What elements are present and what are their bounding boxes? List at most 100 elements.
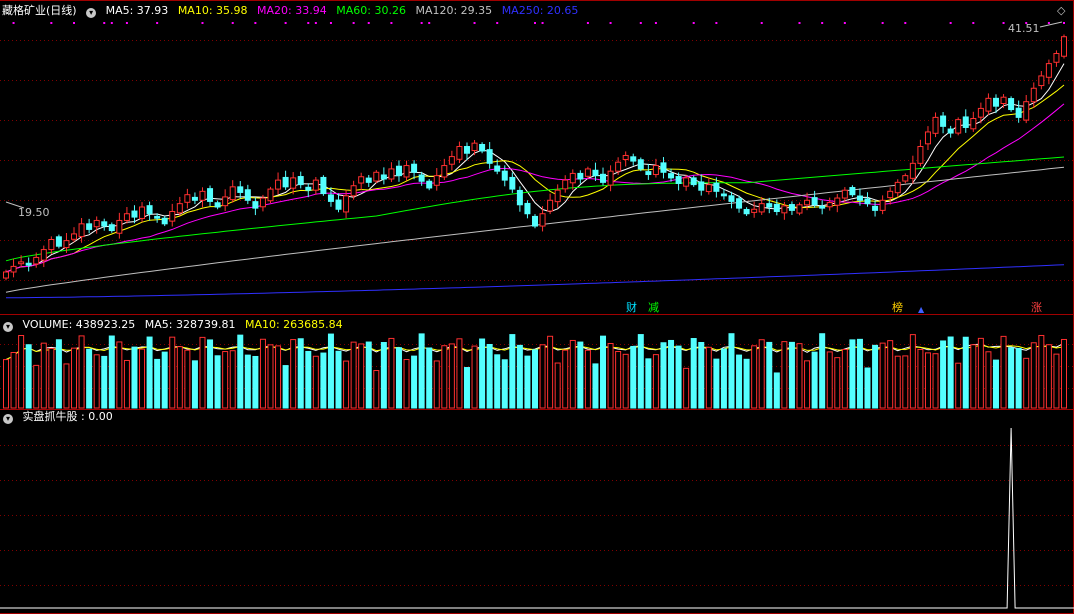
marker-dot bbox=[12, 22, 15, 24]
volume-settings-icon[interactable]: ▾ bbox=[3, 322, 13, 332]
volume-bar bbox=[826, 351, 833, 409]
ma60-label: MA60: 30.26 bbox=[336, 4, 406, 17]
candle-body bbox=[592, 169, 599, 177]
volume-bar bbox=[244, 354, 251, 409]
volume-bar bbox=[811, 351, 818, 409]
volume-bar bbox=[86, 348, 93, 409]
volume-bar bbox=[267, 344, 274, 409]
candle-body bbox=[55, 236, 62, 247]
candle-body bbox=[358, 176, 365, 184]
marker-dot bbox=[125, 22, 128, 24]
stock-name[interactable]: 藏格矿业(日线) bbox=[2, 4, 77, 17]
candle-body bbox=[93, 219, 100, 228]
marker-dot bbox=[586, 22, 589, 24]
volume-bar bbox=[856, 338, 863, 409]
candle-body bbox=[924, 131, 931, 145]
volume-bar bbox=[713, 358, 720, 409]
volume-bar bbox=[562, 349, 569, 409]
candle-body bbox=[161, 217, 168, 225]
candle-body bbox=[524, 202, 531, 215]
candle-body bbox=[577, 172, 584, 180]
candle-body bbox=[645, 171, 652, 176]
candle-body bbox=[448, 156, 455, 165]
marker-dot bbox=[314, 22, 317, 24]
volume-bar bbox=[131, 346, 138, 409]
volume-bar bbox=[690, 338, 697, 409]
tag-bang[interactable]: 榜 bbox=[892, 301, 903, 314]
volume-bar bbox=[441, 345, 448, 409]
candle-body bbox=[675, 176, 682, 184]
candle-body bbox=[955, 119, 962, 134]
candle-body bbox=[917, 146, 924, 164]
volume-bar bbox=[161, 351, 168, 409]
volume-bar bbox=[849, 339, 856, 409]
candle-body bbox=[743, 208, 750, 215]
marker-dot bbox=[156, 22, 159, 24]
volume-bar bbox=[554, 362, 561, 409]
indicator-settings-icon[interactable]: ▾ bbox=[3, 414, 13, 424]
candle-body bbox=[872, 205, 879, 211]
tag-cai[interactable]: 财 bbox=[626, 301, 637, 314]
tag-jian[interactable]: 减 bbox=[648, 301, 659, 314]
volume-bar bbox=[350, 341, 357, 409]
volume-bar bbox=[18, 335, 25, 409]
settings-icon[interactable]: ▾ bbox=[86, 8, 97, 18]
tag-up-arrow-icon[interactable]: ▲ bbox=[918, 303, 924, 316]
volume-bar bbox=[630, 345, 637, 409]
volume-bar bbox=[660, 342, 667, 409]
indicator-panel-header: ▾ 实盘抓牛股 : 0.00 bbox=[0, 409, 119, 425]
candle-body bbox=[804, 199, 811, 206]
diamond-icon[interactable]: ◇ bbox=[1057, 4, 1065, 17]
volume-bar bbox=[139, 348, 146, 409]
candle-body bbox=[33, 256, 40, 265]
candle-body bbox=[494, 165, 501, 172]
volume-bar bbox=[48, 347, 55, 409]
marker-dot bbox=[692, 22, 695, 24]
volume-bar bbox=[781, 341, 788, 409]
candle-body bbox=[403, 165, 410, 178]
volume-bar bbox=[3, 359, 9, 409]
volume-bar bbox=[584, 349, 591, 409]
volume-bar bbox=[184, 349, 191, 409]
candle-body bbox=[932, 116, 939, 134]
candle-body bbox=[1045, 63, 1052, 78]
candle-body bbox=[766, 203, 773, 208]
marker-dot bbox=[307, 22, 310, 24]
ma5-label: MA5: 37.93 bbox=[105, 4, 169, 17]
marker-dot bbox=[254, 22, 257, 24]
volume-bar bbox=[373, 370, 380, 409]
marker-dot bbox=[73, 22, 76, 24]
marker-dot bbox=[821, 22, 824, 24]
volume-bar bbox=[902, 355, 909, 409]
marker-dot bbox=[420, 22, 423, 24]
candle-body bbox=[10, 265, 17, 273]
candle-body bbox=[176, 203, 183, 214]
candle-body bbox=[139, 206, 146, 219]
volume-bar bbox=[1008, 347, 1015, 409]
volume-label: VOLUME: 438923.25 bbox=[22, 318, 136, 331]
volume-bar bbox=[985, 351, 992, 409]
tag-zhang[interactable]: 涨 bbox=[1031, 301, 1042, 314]
candle-body bbox=[433, 175, 440, 186]
volume-bar bbox=[1000, 335, 1007, 409]
volume-bar bbox=[259, 338, 266, 409]
volume-bar bbox=[199, 336, 206, 409]
volume-bar bbox=[977, 337, 984, 409]
volume-bar bbox=[652, 354, 659, 409]
marker-dot bbox=[201, 22, 204, 24]
candle-body bbox=[3, 271, 9, 279]
volume-bar bbox=[1015, 347, 1022, 409]
volume-bar bbox=[222, 351, 229, 409]
candle-body bbox=[788, 204, 795, 211]
volume-bar bbox=[494, 354, 501, 409]
volume-bar bbox=[796, 343, 803, 409]
volume-bar bbox=[547, 335, 554, 409]
volume-bar bbox=[40, 342, 47, 409]
candle-body bbox=[902, 175, 909, 182]
volume-bar bbox=[1061, 338, 1067, 409]
stock-chart[interactable] bbox=[0, 0, 1074, 614]
volume-bar bbox=[169, 336, 176, 409]
marker-dot bbox=[949, 22, 952, 24]
volume-bar bbox=[1030, 342, 1037, 409]
candle-body bbox=[970, 118, 977, 130]
